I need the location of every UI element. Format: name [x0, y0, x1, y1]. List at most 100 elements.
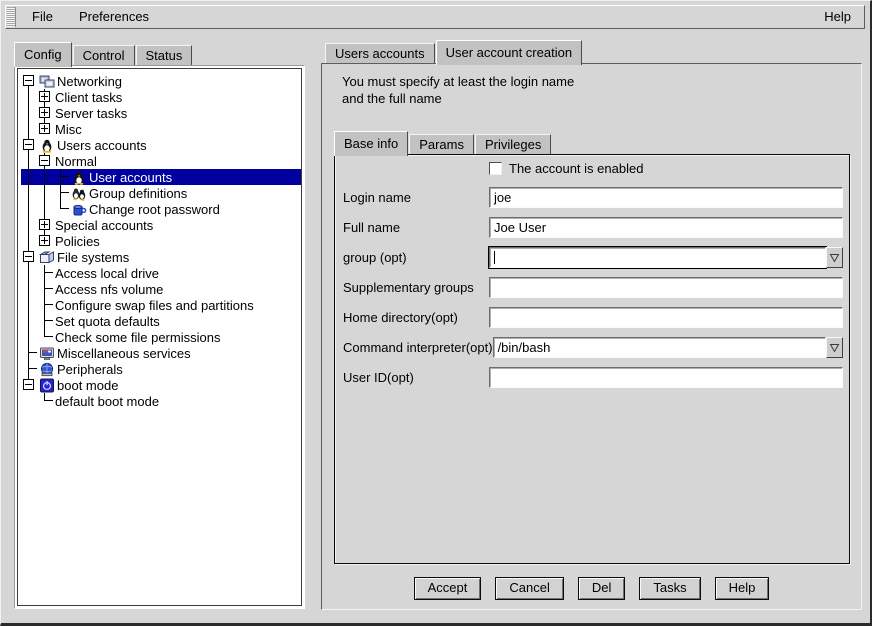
command-interpreter-combo-arrow-button[interactable]: [826, 337, 843, 358]
text-caret: [494, 251, 495, 264]
supplementary-groups-label: Supplementary groups: [343, 280, 489, 295]
tree-item-label: default boot mode: [55, 394, 162, 409]
tree-item-label: Server tasks: [55, 106, 130, 121]
full-name-row: Full nameJoe User: [343, 217, 843, 238]
collapse-minus-box[interactable]: [39, 155, 50, 166]
tree-item-peripherals[interactable]: Peripherals: [21, 361, 301, 377]
expand-plus-box[interactable]: [39, 107, 50, 118]
command-interpreter-row: Command interpreter(opt)/bin/bash: [343, 337, 843, 358]
tree-item-label: Client tasks: [55, 90, 125, 105]
user-id-input[interactable]: [489, 367, 843, 388]
tab-user-account-creation[interactable]: User account creation: [436, 40, 582, 65]
menu-help[interactable]: Help: [811, 6, 864, 28]
tree-guide: [21, 185, 37, 201]
menu-preferences[interactable]: Preferences: [66, 6, 162, 28]
tree-item-label: Check some file permissions: [55, 330, 223, 345]
collapse-minus-box[interactable]: [23, 139, 34, 150]
tree-item-miscellaneous-services[interactable]: Miscellaneous services: [21, 345, 301, 361]
action-button-row: Accept Cancel Del Tasks Help: [322, 577, 861, 600]
tree-item-user-accounts[interactable]: User accounts: [21, 169, 301, 185]
collapse-minus-box[interactable]: [23, 379, 34, 390]
tree-item-label: Normal: [55, 154, 100, 169]
tab-users-accounts[interactable]: Users accounts: [325, 43, 435, 64]
linuxconf-window: FilePreferences Help ConfigControlStatus…: [0, 0, 872, 626]
user-id-label: User ID(opt): [343, 370, 489, 385]
full-name-input[interactable]: Joe User: [489, 217, 843, 238]
config-tree: NetworkingClient tasksServer tasksMiscUs…: [17, 68, 302, 606]
command-interpreter-input[interactable]: /bin/bash: [493, 337, 826, 358]
menubar-right-items: Help: [811, 6, 864, 28]
tree-item-networking[interactable]: Networking: [21, 73, 301, 89]
tree-item-policies[interactable]: Policies: [21, 233, 301, 249]
tree-item-label: User accounts: [89, 170, 175, 185]
tree-guide: [37, 201, 53, 217]
tree-guide: [37, 169, 53, 185]
tree-guide: [21, 217, 37, 233]
collapse-minus-box[interactable]: [23, 75, 34, 86]
tree-item-boot-mode[interactable]: boot mode: [21, 377, 301, 393]
hint-line-1: You must specify at least the login name: [342, 73, 574, 90]
tree-item-users-accounts[interactable]: Users accounts: [21, 137, 301, 153]
users-icon: [39, 138, 55, 153]
tree-guide: [21, 249, 37, 265]
group-combo-arrow-button[interactable]: [826, 247, 843, 268]
accept-button[interactable]: Accept: [414, 577, 482, 600]
group-label: group (opt): [343, 250, 489, 265]
tree-item-change-root-password[interactable]: Change root password: [21, 201, 301, 217]
tree-item-label: Change root password: [89, 202, 223, 217]
tree-item-default-boot-mode[interactable]: default boot mode: [21, 393, 301, 409]
menu-file[interactable]: File: [19, 6, 66, 28]
tree-item-client-tasks[interactable]: Client tasks: [21, 89, 301, 105]
group-input[interactable]: [489, 247, 826, 268]
tree-item-server-tasks[interactable]: Server tasks: [21, 105, 301, 121]
tree-item-set-quota-defaults[interactable]: Set quota defaults: [21, 313, 301, 329]
tab-privileges[interactable]: Privileges: [475, 134, 551, 155]
collapse-minus-box[interactable]: [23, 251, 34, 262]
tab-config[interactable]: Config: [14, 42, 72, 67]
tasks-button[interactable]: Tasks: [639, 577, 700, 600]
tree-guide: [21, 265, 37, 281]
help-button[interactable]: Help: [715, 577, 770, 600]
menubar-grip[interactable]: [7, 7, 16, 27]
expand-plus-box[interactable]: [39, 123, 50, 134]
login-name-input[interactable]: joe: [489, 187, 843, 208]
tree-item-normal[interactable]: Normal: [21, 153, 301, 169]
tree-guide: [53, 185, 69, 201]
tree-item-access-local-drive[interactable]: Access local drive: [21, 265, 301, 281]
tab-control[interactable]: Control: [73, 45, 135, 66]
login-name-label: Login name: [343, 190, 489, 205]
account-enabled-checkbox[interactable]: [489, 162, 502, 175]
peripherals-icon: [39, 362, 55, 377]
tree-item-label: Policies: [55, 234, 103, 249]
tree-guide: [21, 329, 37, 345]
tree-item-access-nfs-volume[interactable]: Access nfs volume: [21, 281, 301, 297]
account-enabled-label: The account is enabled: [509, 161, 643, 176]
tree-item-group-definitions[interactable]: Group definitions: [21, 185, 301, 201]
expand-plus-box[interactable]: [39, 235, 50, 246]
tree-guide: [21, 201, 37, 217]
supplementary-groups-input[interactable]: [489, 277, 843, 298]
tab-base-info[interactable]: Base info: [334, 131, 408, 156]
tree-guide: [21, 377, 37, 393]
full-name-label: Full name: [343, 220, 489, 235]
cancel-button[interactable]: Cancel: [495, 577, 563, 600]
tab-status[interactable]: Status: [136, 45, 193, 66]
tree-item-special-accounts[interactable]: Special accounts: [21, 217, 301, 233]
tree-guide: [21, 121, 37, 137]
tree-item-label: Users accounts: [57, 138, 150, 153]
tree-item-check-some-file-permissions[interactable]: Check some file permissions: [21, 329, 301, 345]
del-button[interactable]: Del: [578, 577, 626, 600]
tab-params[interactable]: Params: [409, 134, 474, 155]
tree-item-file-systems[interactable]: File systems: [21, 249, 301, 265]
user-id-row: User ID(opt): [343, 367, 843, 388]
tree-item-label: Set quota defaults: [55, 314, 163, 329]
expand-plus-box[interactable]: [39, 91, 50, 102]
tree-item-misc[interactable]: Misc: [21, 121, 301, 137]
tree-guide: [21, 89, 37, 105]
tree-item-configure-swap-files-and-partitions[interactable]: Configure swap files and partitions: [21, 297, 301, 313]
home-directory-input[interactable]: [489, 307, 843, 328]
left-tabbar: ConfigControlStatus: [14, 40, 193, 66]
tree-guide: [37, 153, 53, 169]
tree-guide: [37, 393, 53, 409]
expand-plus-box[interactable]: [39, 219, 50, 230]
